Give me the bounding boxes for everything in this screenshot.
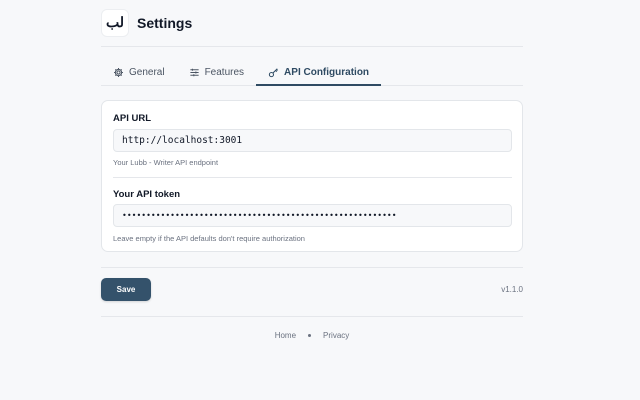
api-url-help: Your Lubb - Writer API endpoint xyxy=(113,158,219,167)
settings-container: لب Settings General Features API Configu… xyxy=(101,0,523,340)
header: لب Settings xyxy=(101,0,523,47)
tab-bar: General Features API Configuration xyxy=(101,47,523,86)
separator-dot xyxy=(308,334,312,337)
tab-api-configuration-label: API Configuration xyxy=(284,66,370,78)
api-settings-card: API URL Your Lubb - Writer API endpoint … xyxy=(101,100,523,252)
api-token-help: Leave empty if the API defaults don't re… xyxy=(113,234,305,243)
version-label: v1.1.0 xyxy=(501,285,523,294)
api-token-label: Your API token xyxy=(113,189,181,200)
api-token-input[interactable] xyxy=(113,204,512,227)
sliders-icon xyxy=(189,68,199,76)
gear-icon xyxy=(114,67,123,77)
footer-links: Home Privacy xyxy=(101,331,523,340)
tab-api-configuration[interactable]: API Configuration xyxy=(256,59,382,86)
tab-general-label: General xyxy=(129,66,165,78)
actions-divider-bottom xyxy=(101,316,523,317)
api-url-input[interactable] xyxy=(113,129,512,152)
page-title: Settings xyxy=(137,15,193,31)
save-button[interactable]: Save xyxy=(101,278,151,301)
footer-link-privacy[interactable]: Privacy xyxy=(323,331,349,340)
key-icon xyxy=(268,67,279,77)
tab-general[interactable]: General xyxy=(101,59,177,85)
app-logo: لب xyxy=(101,9,129,37)
tab-features-label: Features xyxy=(204,66,245,78)
actions-divider-top xyxy=(101,267,523,268)
footer-link-home[interactable]: Home xyxy=(275,331,296,340)
tab-features[interactable]: Features xyxy=(177,59,256,85)
field-divider xyxy=(113,177,512,178)
api-url-label: API URL xyxy=(113,113,151,124)
